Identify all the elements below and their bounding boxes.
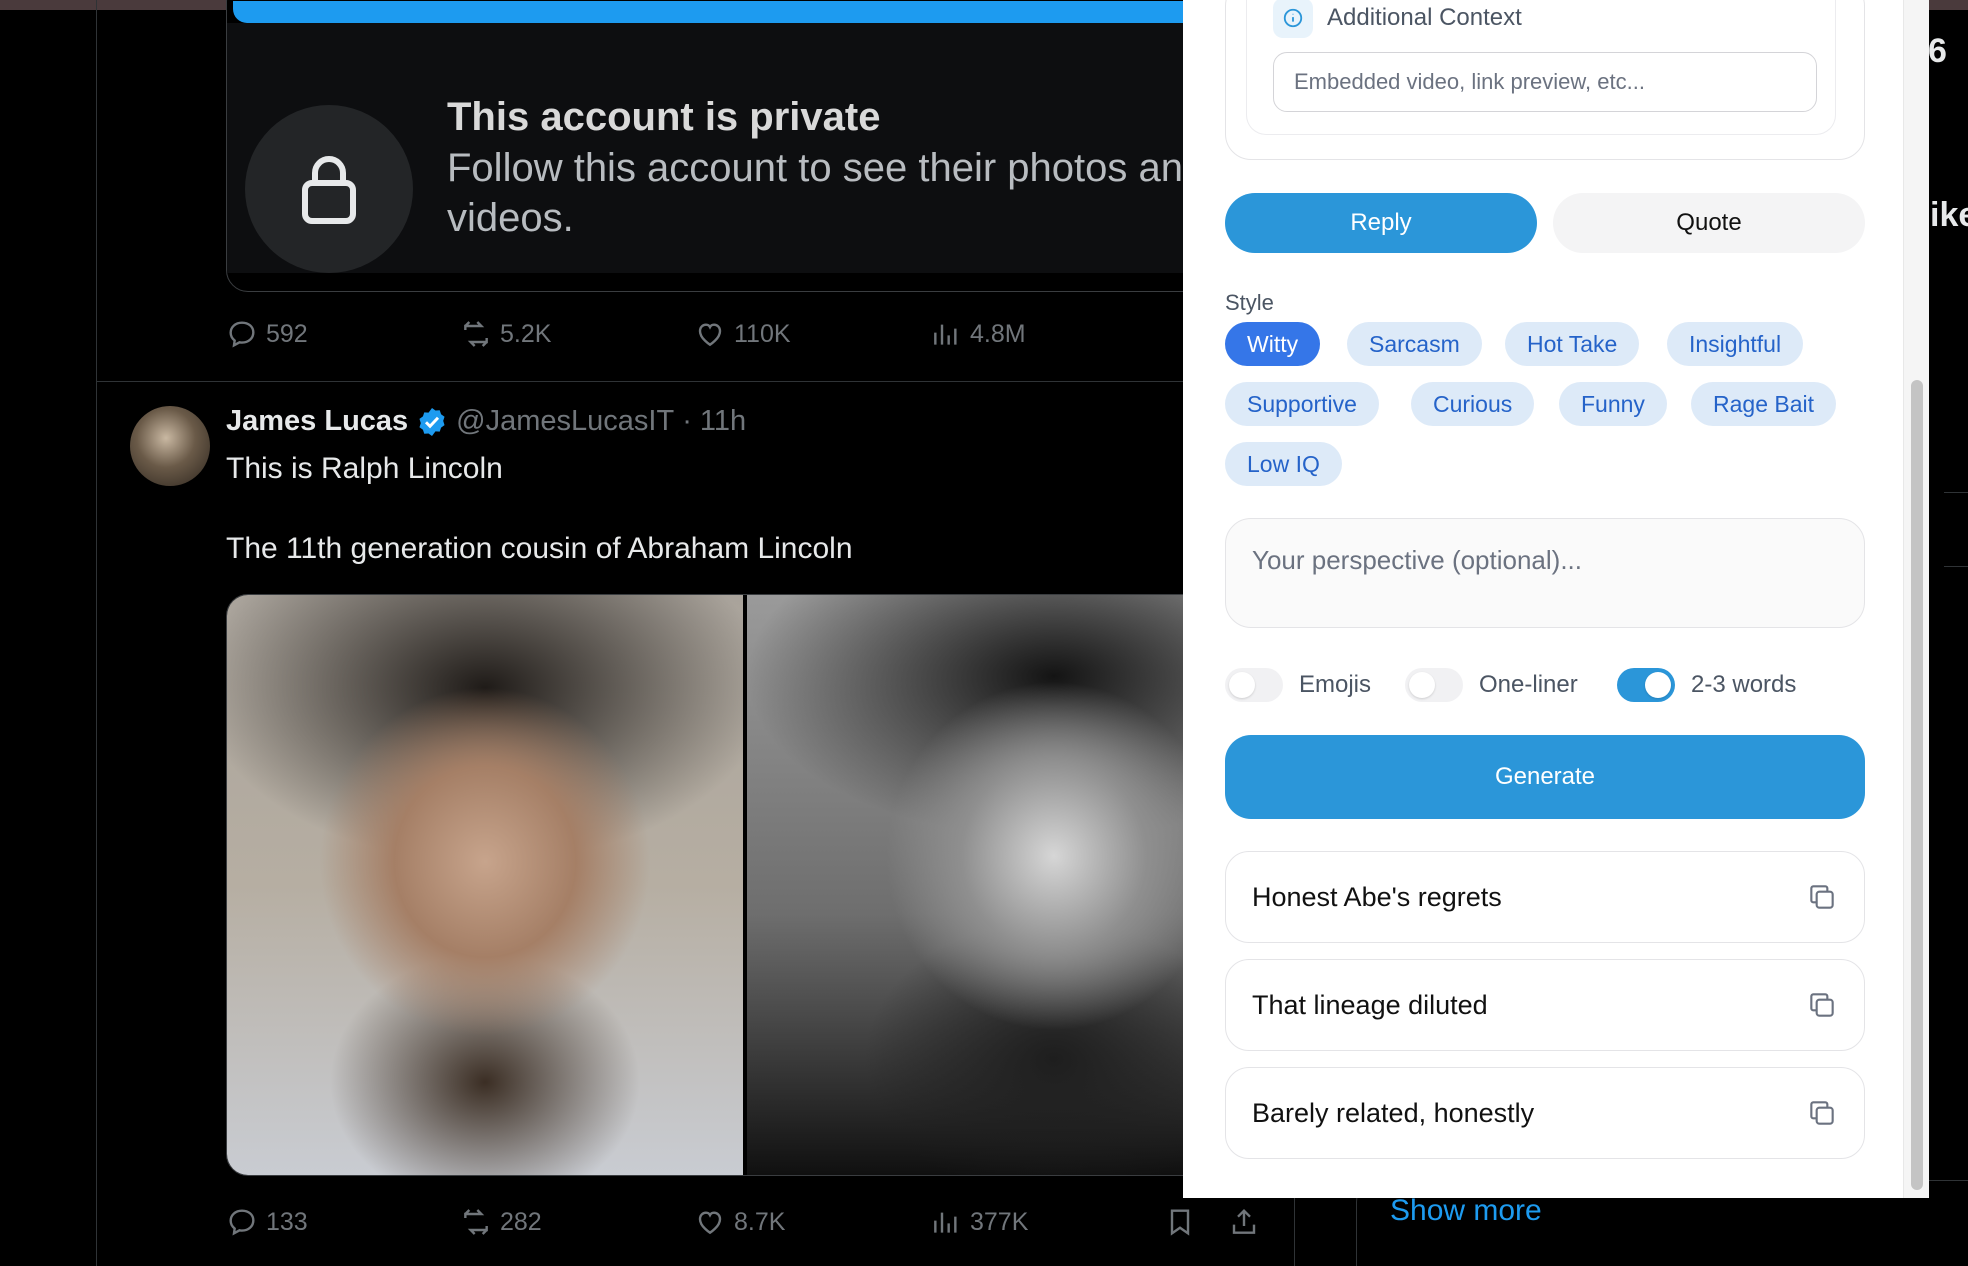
style-chip-insightful[interactable]: Insightful <box>1667 322 1804 366</box>
show-more-link[interactable]: Show more <box>1390 1194 1542 1228</box>
toggle-emojis[interactable]: Emojis <box>1225 668 1371 702</box>
switch-knob <box>1229 672 1255 698</box>
private-account-card: This account is private Follow this acco… <box>226 0 1306 292</box>
result-item[interactable]: That lineage diluted <box>1225 959 1865 1051</box>
additional-context-title: Additional Context <box>1327 4 1522 31</box>
style-chip-sarcasm[interactable]: Sarcasm <box>1347 322 1482 366</box>
result-text: Honest Abe's regrets <box>1252 881 1502 912</box>
reply-action[interactable]: 592 <box>226 318 308 350</box>
result-item[interactable]: Honest Abe's regrets <box>1225 851 1865 943</box>
reply-count: 133 <box>266 1207 308 1236</box>
tweet-author-line: James Lucas @JamesLucasIT · 11h <box>226 405 746 438</box>
views-action[interactable]: 377K <box>930 1206 1028 1238</box>
style-chip-hot-take[interactable]: Hot Take <box>1505 322 1640 366</box>
emojis-label: Emojis <box>1299 671 1372 698</box>
share-action[interactable] <box>1228 1206 1260 1238</box>
author-handle[interactable]: @JamesLucasIT <box>456 405 674 438</box>
style-chip-supportive[interactable]: Supportive <box>1225 382 1379 426</box>
retweet-action[interactable]: 5.2K <box>460 318 551 350</box>
verified-icon <box>419 407 445 436</box>
style-chip-funny[interactable]: Funny <box>1559 382 1667 426</box>
reply-icon <box>229 321 255 348</box>
card-top-strip <box>233 1 1303 23</box>
quote-mode-button[interactable]: Quote <box>1553 193 1865 253</box>
tweet-divider <box>97 381 1294 382</box>
style-chip-rage-bait[interactable]: Rage Bait <box>1691 382 1837 426</box>
two-three-words-label: 2-3 words <box>1691 671 1797 698</box>
sidebar-divider <box>1944 492 1968 493</box>
reply-generator-panel: Additional Context Reply Quote Style Wit… <box>1183 0 1903 1198</box>
result-item[interactable]: Barely related, honestly <box>1225 1067 1865 1159</box>
reply-action[interactable]: 133 <box>226 1206 308 1238</box>
copy-icon[interactable] <box>1806 989 1838 1021</box>
style-label: Style <box>1225 290 1274 315</box>
one-liner-label: One-liner <box>1479 671 1578 698</box>
copy-icon[interactable] <box>1806 1097 1838 1129</box>
retweet-action[interactable]: 282 <box>460 1206 542 1238</box>
tweet-text-line1: This is Ralph Lincoln <box>226 452 503 485</box>
sidebar-fragment-top: 6 <box>1928 32 1947 70</box>
like-icon <box>698 1211 722 1235</box>
private-subtitle: Follow this account to see their photos … <box>447 146 1206 240</box>
reply-icon <box>229 1209 255 1236</box>
generate-button[interactable]: Generate <box>1225 735 1865 819</box>
switch-knob <box>1409 672 1435 698</box>
views-count: 377K <box>970 1207 1029 1236</box>
reply-mode-button[interactable]: Reply <box>1225 193 1537 253</box>
sidebar-divider <box>1944 566 1968 567</box>
views-count: 4.8M <box>970 319 1026 348</box>
like-count: 8.7K <box>734 1207 786 1236</box>
like-action[interactable]: 8.7K <box>694 1206 785 1238</box>
copy-icon[interactable] <box>1806 881 1838 913</box>
retweet-count: 282 <box>500 1207 542 1236</box>
additional-context-input[interactable] <box>1273 52 1817 112</box>
info-badge <box>1273 0 1313 38</box>
retweet-icon <box>464 321 488 347</box>
lock-badge <box>245 105 413 273</box>
views-icon <box>934 1212 957 1233</box>
switch-knob <box>1645 672 1671 698</box>
share-icon <box>1232 1208 1256 1234</box>
tweet-time: · 11h <box>682 405 747 437</box>
like-count: 110K <box>734 319 791 348</box>
views-action[interactable]: 4.8M <box>930 318 1026 350</box>
reply-count: 592 <box>266 319 308 348</box>
private-title: This account is private <box>447 95 881 139</box>
retweet-count: 5.2K <box>500 319 552 348</box>
tweet-media[interactable] <box>226 594 1306 1176</box>
like-icon <box>698 323 722 347</box>
feed-border-left <box>96 0 97 1266</box>
photo-ralph-lincoln[interactable] <box>227 595 743 1175</box>
lock-icon <box>302 156 356 224</box>
style-chip-low-iq[interactable]: Low IQ <box>1225 442 1342 486</box>
two-three-words-switch[interactable] <box>1617 668 1675 702</box>
emojis-switch[interactable] <box>1225 668 1283 702</box>
bookmark-action[interactable] <box>1164 1206 1196 1238</box>
retweet-icon <box>464 1209 488 1235</box>
bookmark-icon <box>1170 1209 1190 1236</box>
result-text: Barely related, honestly <box>1252 1097 1535 1128</box>
author-name[interactable]: James Lucas <box>226 405 408 438</box>
sidebar-fragment-mid: ike <box>1930 196 1968 234</box>
perspective-input[interactable] <box>1225 518 1865 628</box>
style-chip-curious[interactable]: Curious <box>1411 382 1535 426</box>
toggle-one-liner[interactable]: One-liner <box>1405 668 1578 702</box>
avatar[interactable] <box>130 406 210 486</box>
style-chip-witty[interactable]: Witty <box>1225 322 1321 366</box>
panel-scrollbar[interactable] <box>1903 0 1929 1198</box>
toggle-two-three-words[interactable]: 2-3 words <box>1617 668 1796 702</box>
result-text: That lineage diluted <box>1252 989 1488 1020</box>
tweet-text-line2: The 11th generation cousin of Abraham Li… <box>226 532 853 565</box>
additional-context-header: Additional Context <box>1273 0 1522 38</box>
info-icon <box>1283 8 1303 28</box>
like-action[interactable]: 110K <box>694 318 791 350</box>
one-liner-switch[interactable] <box>1405 668 1463 702</box>
views-icon <box>934 324 957 345</box>
panel-scrollbar-thumb[interactable] <box>1911 380 1923 1190</box>
